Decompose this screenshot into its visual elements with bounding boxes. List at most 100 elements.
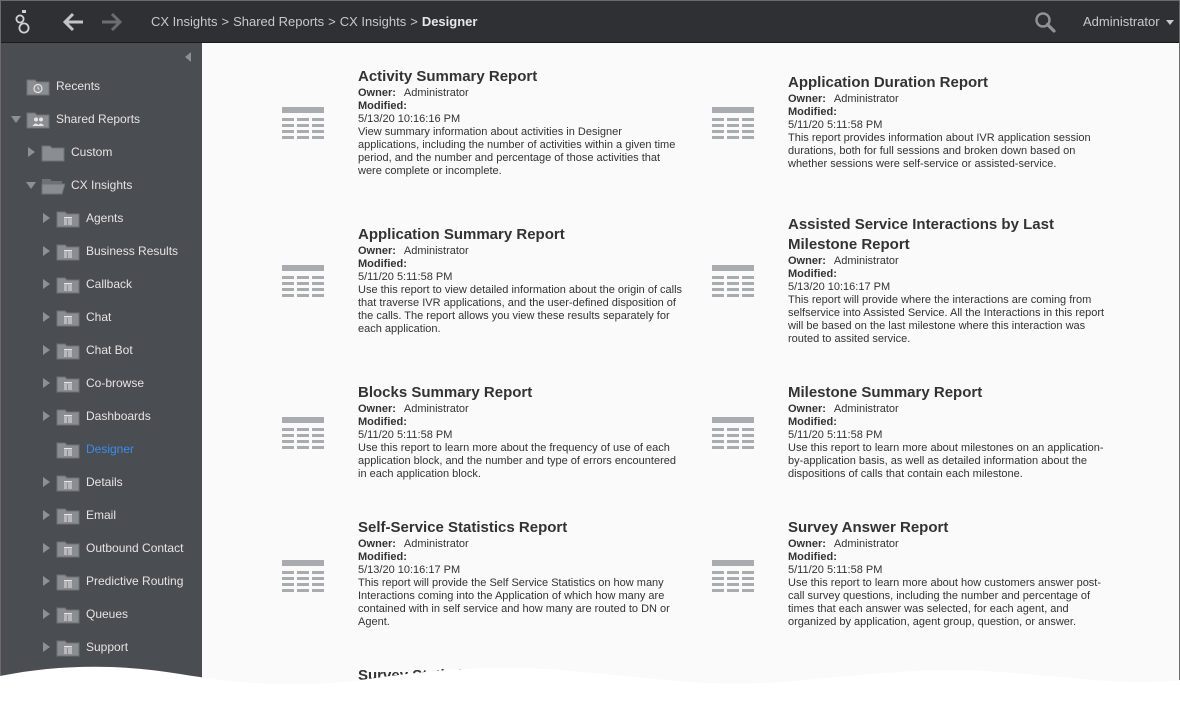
report-title[interactable]: Application Summary Report (358, 225, 684, 245)
report-table-icon[interactable] (281, 417, 325, 453)
folder-icon (41, 142, 65, 162)
report-modified-date: 5/13/20 10:16:16 PM (358, 113, 461, 125)
sidebar-item-label: Co-browse (86, 376, 145, 390)
report-table-icon[interactable] (711, 560, 755, 596)
user-menu[interactable]: Administrator (1083, 14, 1174, 29)
report-title[interactable]: Blocks Summary Report (358, 383, 684, 403)
breadcrumb-separator: > (328, 14, 336, 29)
report-card[interactable]: Assisted Service Interactions by Last Mi… (712, 215, 1110, 346)
report-card[interactable]: Application Duration Report Owner: Adminis… (712, 73, 1110, 171)
expand-right-icon[interactable] (41, 345, 51, 355)
modified-label: Modified: (788, 551, 837, 563)
report-description: Use this report to learn more about mile… (788, 442, 1104, 480)
report-title[interactable]: Application Duration Report (788, 73, 1110, 93)
sidebar-item-label: CX Insights (71, 178, 133, 192)
breadcrumb-separator: > (221, 14, 230, 29)
expand-right-icon[interactable] (41, 378, 51, 388)
sidebar-item-recents[interactable]: Recents (11, 74, 100, 98)
report-owner: Owner: Administrator (788, 538, 1110, 551)
report-card[interactable]: Blocks Summary Report Owner: Administrator… (282, 383, 684, 481)
owner-label: Owner: (358, 538, 396, 550)
report-title[interactable]: Activity Summary Report (358, 67, 684, 87)
report-modified-label: Modified: (788, 106, 1110, 119)
sidebar-item-label: Shared Reports (56, 112, 141, 126)
report-card[interactable]: Milestone Summary Report Owner: Administra… (712, 383, 1110, 481)
report-card[interactable]: Survey Answer Report Owner: Administrator M… (712, 518, 1110, 629)
expand-right-icon[interactable] (26, 147, 36, 157)
sidebar-item-business-results[interactable]: Business Results (41, 239, 178, 263)
sidebar-item-support[interactable]: Support (41, 635, 128, 659)
sidebar-item-details[interactable]: Details (41, 470, 123, 494)
expand-right-icon[interactable] (41, 543, 51, 553)
report-card[interactable]: Activity Summary Report Owner: Administrat… (282, 67, 684, 178)
report-owner: Owner: Administrator (358, 245, 684, 258)
sidebar-item-label: Designer (86, 442, 135, 456)
breadcrumb-item[interactable]: CX Insights (340, 14, 406, 29)
expand-right-icon[interactable] (41, 246, 51, 256)
expand-right-icon[interactable] (41, 510, 51, 520)
report-owner: Owner: Administrator (358, 538, 684, 551)
no-expander (41, 444, 51, 454)
expand-right-icon[interactable] (41, 279, 51, 289)
collapse-sidebar-icon[interactable] (185, 52, 191, 62)
expand-right-icon[interactable] (41, 576, 51, 586)
breadcrumb-item[interactable]: Shared Reports (233, 14, 324, 29)
report-table-icon[interactable] (281, 265, 325, 301)
report-modified-date: 5/11/20 5:11:58 PM (358, 429, 453, 441)
report-folder-icon (56, 208, 80, 228)
sidebar-item-chat[interactable]: Chat (41, 305, 111, 329)
sidebar-item-label: Outbound Contact (86, 541, 184, 555)
expand-right-icon[interactable] (41, 213, 51, 223)
report-title[interactable]: Milestone Summary Report (788, 383, 1110, 403)
sidebar-item-queues[interactable]: Queues (41, 602, 128, 626)
back-arrow-icon[interactable] (63, 12, 85, 32)
sidebar-item-callback[interactable]: Callback (41, 272, 132, 296)
forward-arrow-icon[interactable] (100, 12, 122, 32)
report-owner: Owner: Administrator (358, 403, 684, 416)
sidebar-item-co-browse[interactable]: Co-browse (41, 371, 144, 395)
report-card[interactable]: Application Summary Report Owner: Administ… (282, 225, 684, 336)
report-title[interactable]: Self-Service Statistics Report (358, 518, 684, 538)
sidebar-item-designer[interactable]: Designer (41, 437, 134, 461)
modified-label: Modified: (358, 551, 407, 563)
sidebar-item-label: Chat Bot (86, 343, 133, 357)
report-table-icon[interactable] (711, 107, 755, 143)
report-modified-date: 5/11/20 5:11:58 PM (788, 564, 883, 576)
sidebar-item-predictive-routing[interactable]: Predictive Routing (41, 569, 183, 593)
report-table-icon[interactable] (281, 107, 325, 143)
genesys-logo-icon[interactable] (13, 7, 35, 35)
owner-value: Administrator (403, 403, 469, 415)
expand-down-icon[interactable] (11, 114, 21, 124)
report-owner: Owner: Administrator (788, 93, 1110, 106)
breadcrumb-item[interactable]: CX Insights (151, 14, 217, 29)
sidebar-item-label: Callback (86, 277, 133, 291)
sidebar-item-outbound-contact[interactable]: Outbound Contact (41, 536, 183, 560)
search-icon[interactable] (1034, 11, 1056, 33)
expand-right-icon[interactable] (41, 477, 51, 487)
report-card[interactable]: Self-Service Statistics Report Owner: Admi… (282, 518, 684, 629)
top-bar: CX Insights > Shared Reports > CX Insights > D… (1, 1, 1179, 43)
sidebar-item-dashboards[interactable]: Dashboards (41, 404, 151, 428)
expand-down-icon[interactable] (26, 180, 36, 190)
sidebar-item-label: Email (86, 508, 117, 522)
report-description: Use this report to learn more about how … (788, 577, 1102, 628)
sidebar-item-cx-insights[interactable]: CX Insights (26, 173, 132, 197)
report-table-icon[interactable] (711, 417, 755, 453)
sidebar-item-label: Details (86, 475, 123, 489)
sidebar-item-custom[interactable]: Custom (26, 140, 112, 164)
report-table-icon[interactable] (711, 265, 755, 301)
expand-right-icon[interactable] (41, 642, 51, 652)
sidebar-item-agents[interactable]: Agents (41, 206, 123, 230)
sidebar-item-label: Business Results (86, 244, 179, 258)
expand-right-icon[interactable] (41, 411, 51, 421)
sidebar-item-shared-reports[interactable]: Shared Reports (11, 107, 140, 131)
report-table-icon[interactable] (281, 560, 325, 596)
owner-label: Owner: (788, 403, 826, 415)
expand-right-icon[interactable] (41, 312, 51, 322)
report-title[interactable]: Survey Answer Report (788, 518, 1110, 538)
expand-right-icon[interactable] (41, 609, 51, 619)
sidebar-item-email[interactable]: Email (41, 503, 116, 527)
report-title[interactable]: Assisted Service Interactions by Last Mi… (788, 215, 1110, 255)
report-folder-icon (56, 274, 80, 294)
sidebar-item-chat-bot[interactable]: Chat Bot (41, 338, 133, 362)
